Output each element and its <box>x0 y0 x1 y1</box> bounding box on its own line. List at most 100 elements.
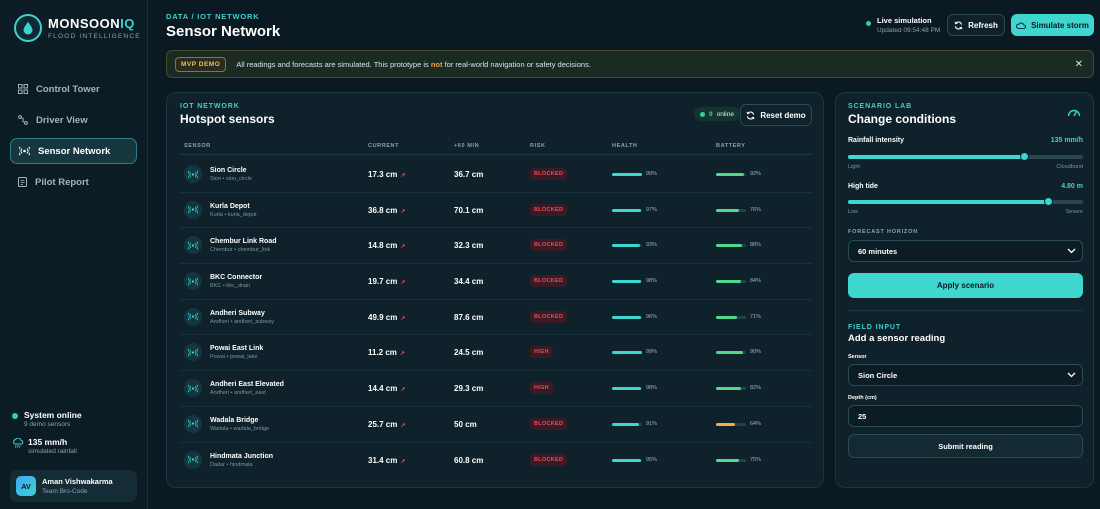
range-max: Severe <box>1065 209 1083 215</box>
online-dot-icon <box>700 111 705 117</box>
high-tide-label: High tide <box>848 183 878 190</box>
cloud-icon <box>1016 21 1027 29</box>
nav-label: Driver View <box>36 114 88 126</box>
column-header[interactable]: CURRENT <box>368 143 399 149</box>
nav-item-pilot-report[interactable]: Pilot Report <box>10 169 137 195</box>
tide-range: Low Severe <box>848 209 1083 215</box>
slider-handle[interactable] <box>1020 152 1030 161</box>
battery-bar-fill <box>716 387 741 391</box>
avatar: AV <box>16 476 36 496</box>
table-row[interactable]: Wadala Bridge Wadala • wadala_bridge 25.7 … <box>180 407 812 443</box>
sensor-location: Chembur • chembur_link <box>210 247 271 254</box>
health-value: 99% <box>646 171 658 177</box>
battery-bar <box>716 387 746 391</box>
column-header[interactable]: RISK <box>530 143 546 149</box>
forecast-horizon-select[interactable]: 60 minutes <box>848 240 1083 262</box>
chevron-down-icon <box>1067 372 1076 378</box>
high-tide-slider[interactable] <box>848 197 1083 206</box>
table-row[interactable]: Hindmata Junction Dadar • hindmata 31.4 cm… <box>180 443 812 479</box>
table-row[interactable]: BKC Connector BKC • bkc_drain 19.7 cm ↗ 34.4… <box>180 264 812 300</box>
health-value: 97% <box>646 206 658 213</box>
refresh-icon <box>746 111 755 119</box>
forecast-horizon-value: 60 minutes <box>858 246 898 256</box>
table-row[interactable]: Sion Circle Sion • sion_circle 17.3 cm ↗ 36.… <box>180 157 812 193</box>
nav-item-driver-view[interactable]: Driver View <box>10 107 137 133</box>
trend-up-icon: ↗ <box>400 458 406 465</box>
rainfall-slider[interactable] <box>848 152 1083 161</box>
risk-badge: BLOCKED <box>530 417 568 430</box>
sensor-location: Andheri • andheri_east <box>210 390 266 397</box>
brand[interactable]: MONSOONIQ FLOOD INTELLIGENCE <box>14 14 141 42</box>
trend-up-icon: ↗ <box>400 422 406 429</box>
depth-input[interactable]: 25 <box>848 405 1083 427</box>
forecast-depth: 70.1 cm <box>454 205 484 215</box>
nav-item-sensor-network[interactable]: Sensor Network <box>10 138 137 164</box>
simulate-storm-label: Simulate storm <box>1031 20 1089 30</box>
route-icon <box>18 115 28 125</box>
refresh-button[interactable]: Refresh <box>947 14 1005 36</box>
panel-title: Hotspot sensors <box>180 112 275 126</box>
sensor-select[interactable]: Sion Circle <box>848 364 1083 386</box>
apply-scenario-button[interactable]: Apply scenario <box>848 273 1083 298</box>
table-row[interactable]: Powai East Link Powai • powai_lake 11.2 cm… <box>180 335 812 372</box>
slider-handle[interactable] <box>1043 197 1053 206</box>
panel-label: SCENARIO LAB <box>848 103 913 110</box>
sensor-name: BKC Connector <box>210 274 263 282</box>
health-bar-fill <box>612 208 642 212</box>
rainfall-range: Light Cloudburst <box>848 164 1083 170</box>
sensor-icon <box>184 272 202 291</box>
battery-value: 76% <box>750 206 762 213</box>
droplet-icon <box>14 14 42 42</box>
table-row[interactable]: Andheri Subway Andheri • andheri_subway 49… <box>180 300 812 336</box>
current-depth: 25.7 cm ↗ <box>368 419 406 429</box>
last-updated: Updated 09:54:48 PM <box>877 27 941 34</box>
column-header[interactable]: BATTERY <box>716 143 746 149</box>
health-value: 98% <box>646 385 658 392</box>
rainfall-intensity-value: 135 mm/h <box>1050 137 1083 144</box>
table-row[interactable]: Chembur Link Road Chembur • chembur_link 1… <box>180 228 812 265</box>
panel-label: IOT NETWORK <box>180 103 240 110</box>
simulate-storm-button[interactable]: Simulate storm <box>1011 14 1094 36</box>
sensor-icon <box>184 236 202 255</box>
nav-item-control-tower[interactable]: Control Tower <box>10 76 137 102</box>
column-header[interactable]: +60 MIN <box>454 143 479 149</box>
reset-demo-button[interactable]: Reset demo <box>740 104 812 126</box>
forecast-depth: 36.7 cm <box>454 170 484 179</box>
risk-badge: BLOCKED <box>530 275 568 288</box>
battery-bar-fill <box>716 351 743 355</box>
sensor-select-label: Sensor <box>848 354 867 360</box>
column-header[interactable]: HEALTH <box>612 143 638 149</box>
depth-label: Depth (cm) <box>848 395 877 401</box>
column-header[interactable]: SENSOR <box>184 143 211 149</box>
risk-badge: BLOCKED <box>530 453 568 466</box>
battery-bar-fill <box>716 315 738 319</box>
close-icon[interactable]: ✕ <box>1075 59 1083 70</box>
system-status-title: System online <box>24 410 82 420</box>
sensor-location: Sion • sion_circle <box>210 176 252 182</box>
sensor-location: Dadar • hindmata <box>210 461 253 468</box>
health-value: 91% <box>646 420 658 427</box>
user-card[interactable]: AV Aman Vishwakarma Team Bro-Code <box>10 470 137 502</box>
high-tide-value: 4.80 m <box>1061 183 1083 190</box>
banner-text: All readings and forecasts are simulated… <box>236 59 591 69</box>
risk-badge: BLOCKED <box>530 310 568 323</box>
submit-reading-button[interactable]: Submit reading <box>848 434 1083 458</box>
slider-fill <box>848 155 1025 159</box>
forecast-depth: 87.6 cm <box>454 312 484 322</box>
battery-bar-fill <box>716 422 736 426</box>
sensor-location: Kurla • kurla_depot <box>210 211 257 218</box>
brand-subtitle: FLOOD INTELLIGENCE <box>48 33 141 40</box>
live-simulation-status: Live simulation Updated 09:54:48 PM <box>866 16 940 34</box>
high-tide-row: High tide 4.80 m <box>848 183 1083 190</box>
table-row[interactable]: Kurla Depot Kurla • kurla_depot 36.8 cm ↗ 70… <box>180 193 812 229</box>
nav-label: Pilot Report <box>35 176 89 188</box>
current-depth: 19.7 cm ↗ <box>368 277 406 287</box>
risk-badge: BLOCKED <box>530 203 568 216</box>
nav-label: Control Tower <box>36 83 100 95</box>
health-bar <box>612 244 642 248</box>
battery-bar <box>716 173 746 176</box>
rainfall-caption: simulated rainfall <box>28 448 77 455</box>
rainfall-intensity-row: Rainfall intensity 135 mm/h <box>848 137 1083 144</box>
table-row[interactable]: Andheri East Elevated Andheri • andheri_e… <box>180 371 812 407</box>
health-bar <box>612 280 642 284</box>
